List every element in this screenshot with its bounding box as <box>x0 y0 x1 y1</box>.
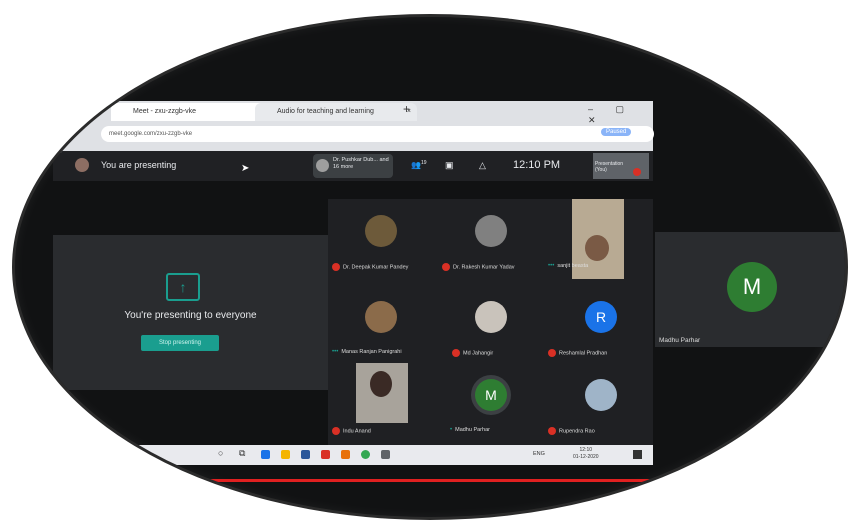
folder-icon[interactable] <box>281 450 290 459</box>
media-icon[interactable] <box>341 450 350 459</box>
meet-tab-title: Meet - zxu-zzgb-vke <box>133 108 197 115</box>
tray-date: 01-12-2020 <box>573 454 599 460</box>
audio-wave-icon: ••• <box>548 263 555 269</box>
powerpoint-icon[interactable] <box>321 450 330 459</box>
activities-icon[interactable]: △ <box>479 160 486 171</box>
tab-audio[interactable]: Audio for teaching and learning × <box>255 103 417 121</box>
participant-name: Madhu Parhar <box>659 337 701 344</box>
participant-name: ••• Manas Ranjan Panigrahi <box>332 349 402 355</box>
tab-meet[interactable]: Meet - zxu-zzgb-vke ● × <box>111 103 273 121</box>
video-feed <box>356 363 408 423</box>
mic-off-icon <box>442 263 450 271</box>
chrome-icon[interactable] <box>361 450 370 459</box>
participant-name: ••• sanjit beasta <box>548 263 588 269</box>
avatar <box>370 371 392 397</box>
participant-tile[interactable]: ••• sanjit beasta <box>548 199 653 279</box>
avatar <box>585 379 617 411</box>
avatar <box>365 301 397 333</box>
avatar-initial: M <box>475 379 507 411</box>
chat-icon[interactable]: ▣ <box>445 160 454 171</box>
edge-icon[interactable] <box>261 450 270 459</box>
audio-wave-icon: • <box>450 427 453 433</box>
avatar <box>316 159 329 172</box>
participant-tile[interactable]: Rupendra Rao <box>548 363 653 443</box>
participant-name-text: Indu Anand <box>343 428 371 435</box>
avatar <box>475 215 507 247</box>
host-chip-text: Dr. Pushkar Dub... and 16 more <box>333 157 389 170</box>
profile-paused-chip[interactable]: Paused <box>601 128 632 136</box>
presenting-panel: ↑ You're presenting to everyone Stop pre… <box>53 235 328 390</box>
avatar-initial: R <box>585 301 617 333</box>
mic-off-icon <box>548 427 556 435</box>
clock-time: 12:10 PM <box>513 159 561 171</box>
participant-tile[interactable]: Dr. Deepak Kumar Pandey <box>328 199 433 279</box>
video-progress-bar[interactable] <box>205 479 695 482</box>
participant-name: Reshamlal Pradhan <box>548 349 607 357</box>
mic-off-icon <box>548 349 556 357</box>
notification-icon[interactable] <box>633 450 642 459</box>
avatar <box>585 235 609 261</box>
participant-tile[interactable]: R Reshamlal Pradhan <box>548 285 653 365</box>
participant-tile[interactable]: ••• Manas Ranjan Panigrahi <box>328 285 433 365</box>
mic-off-icon <box>633 168 641 176</box>
word-icon[interactable] <box>301 450 310 459</box>
participant-name-text: Reshamlal Pradhan <box>559 350 608 357</box>
presenting-label: You are presenting <box>101 160 177 170</box>
meet-header: You are presenting Dr. Pushkar Dub... an… <box>53 151 653 181</box>
participants-count: 19 <box>420 160 427 166</box>
avatar <box>365 215 397 247</box>
present-screen-icon: ↑ <box>166 273 200 301</box>
participant-name-text: Rupendra Rao <box>559 428 595 435</box>
browser-chrome: Meet - zxu-zzgb-vke ● × Audio for teachi… <box>53 101 654 153</box>
presentation-label: Presentation (You) <box>595 161 624 173</box>
participant-name-text: Dr. Rakesh Kumar Yadav <box>453 264 515 271</box>
participant-tile[interactable]: Dr. Rakesh Kumar Yadav <box>438 199 543 279</box>
mic-off-icon <box>332 263 340 271</box>
audio-wave-icon: ••• <box>332 349 339 355</box>
address-bar[interactable]: meet.google.com/zxu-zzgb-vke <box>101 126 654 142</box>
audio-tab-title: Audio for teaching and learning <box>277 108 374 115</box>
participant-name: Md Jahangir <box>452 349 493 357</box>
side-participant-tile[interactable]: M Madhu Parhar <box>655 232 845 347</box>
participant-name: • Madhu Parhar <box>450 427 490 433</box>
avatar-initial: M <box>727 262 777 312</box>
participant-tile[interactable]: Md Jahangir <box>438 285 543 365</box>
host-chip[interactable]: Dr. Pushkar Dub... and 16 more <box>313 154 393 178</box>
participant-name: Dr. Rakesh Kumar Yadav <box>442 263 515 271</box>
stop-presenting-button[interactable]: Stop presenting <box>141 335 219 351</box>
participant-name: Rupendra Rao <box>548 427 595 435</box>
avatar <box>475 301 507 333</box>
participant-tile[interactable]: Indu Anand <box>328 363 433 443</box>
presenting-message: You're presenting to everyone <box>124 310 257 321</box>
window-controls-icon[interactable]: – ▢ ✕ <box>588 104 653 126</box>
participant-name-text: Madhu Parhar <box>455 427 490 433</box>
avatar <box>75 158 89 172</box>
participant-grid: Dr. Deepak Kumar Pandey Dr. Rakesh Kumar… <box>328 199 653 445</box>
participant-name-text: Manas Ranjan Panigrahi <box>341 349 402 355</box>
participant-name: Dr. Deepak Kumar Pandey <box>332 263 408 271</box>
participant-name-text: Dr. Deepak Kumar Pandey <box>343 264 409 271</box>
mic-off-icon <box>332 427 340 435</box>
participant-name-text: Md Jahangir <box>463 350 494 357</box>
presentation-thumbnail[interactable]: Presentation (You) <box>593 153 649 179</box>
participant-tile[interactable]: M • Madhu Parhar <box>438 363 543 443</box>
url-text: meet.google.com/zxu-zzgb-vke <box>109 131 193 137</box>
search-icon[interactable]: ○ <box>218 448 223 458</box>
task-view-icon[interactable]: ⧉ <box>239 448 245 459</box>
tray-clock[interactable]: 12:10 01-12-2020 <box>573 447 599 461</box>
tray-time: 12:10 <box>579 447 593 453</box>
people-icon[interactable]: 👥19 <box>411 160 427 170</box>
tray-lang[interactable]: ENG <box>533 451 545 457</box>
participant-name: Indu Anand <box>332 427 371 435</box>
app-icon[interactable] <box>381 450 390 459</box>
new-tab-button[interactable]: + <box>403 102 410 116</box>
cursor-icon: ➤ <box>241 163 250 174</box>
mic-off-icon <box>452 349 460 357</box>
taskbar: ○ ⧉ ENG 12:10 01-12-2020 <box>53 445 653 465</box>
screen-recording-oval: Meet - zxu-zzgb-vke ● × Audio for teachi… <box>12 14 848 520</box>
participant-name-text: sanjit beasta <box>557 263 589 269</box>
